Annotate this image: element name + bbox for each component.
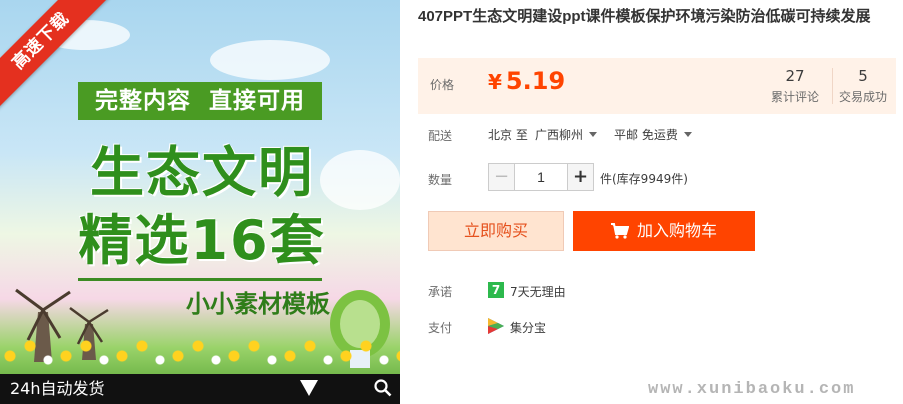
- product-title: 407PPT生态文明建设ppt课件模板保护环境污染防治低碳可持续发展: [418, 8, 871, 25]
- site-watermark: www.xunibaoku.com: [648, 380, 856, 399]
- image-title-line2: 精选16套: [78, 209, 326, 272]
- price-label: 价格: [430, 78, 455, 92]
- quantity-increase-button[interactable]: +: [567, 164, 593, 190]
- product-page: 高速下载 完整内容 直接可用 生态文明 精选16套 小小素材模板 24h自动发货…: [0, 0, 903, 404]
- sales-stat: 5 交易成功: [839, 67, 887, 105]
- quantity-stepper: − +: [488, 163, 594, 191]
- divider-line: [78, 278, 322, 281]
- payment-label: 支付: [428, 321, 453, 335]
- price-value: ¥5.19: [488, 67, 565, 95]
- reviews-count: 27: [785, 67, 805, 85]
- promise-label: 承诺: [428, 285, 453, 299]
- sales-label: 交易成功: [839, 90, 888, 104]
- shipping-destination-select[interactable]: 广西柳州: [535, 126, 598, 143]
- reviews-label: 累计评论: [771, 90, 820, 104]
- destination-text: 广西柳州: [535, 128, 584, 142]
- reviews-stat[interactable]: 27 累计评论: [771, 67, 819, 105]
- method-text: 平邮 免运费: [614, 128, 678, 142]
- buy-now-button[interactable]: 立即购买: [428, 211, 564, 251]
- search-icon[interactable]: [374, 379, 392, 397]
- currency-symbol: ¥: [488, 70, 502, 94]
- stock-text: 件(库存9949件): [600, 172, 688, 186]
- add-to-cart-label: 加入购物车: [636, 221, 717, 240]
- chevron-down-icon: [589, 132, 598, 137]
- price-panel: 价格 ¥5.19 27 累计评论 5 交易成功: [418, 58, 896, 114]
- banner-right-text: 直接可用: [209, 88, 305, 114]
- add-to-cart-button[interactable]: 加入购物车: [573, 211, 755, 251]
- quantity-decrease-button[interactable]: −: [489, 164, 515, 190]
- cloud-shape: [320, 150, 400, 210]
- banner-left-text: 完整内容: [94, 88, 191, 114]
- bottom-bar: 24h自动发货: [0, 374, 400, 404]
- chevron-down-icon[interactable]: [300, 380, 318, 396]
- chevron-down-icon: [683, 132, 692, 137]
- price-amount: 5.19: [505, 67, 566, 95]
- stat-divider: [832, 68, 833, 104]
- promise-text[interactable]: 7天无理由: [510, 283, 566, 300]
- sales-count: 5: [858, 67, 868, 85]
- quantity-input[interactable]: [515, 164, 567, 190]
- cart-icon: [610, 223, 630, 239]
- jifenbao-icon: [488, 318, 504, 334]
- seven-day-return-icon: 7: [488, 282, 504, 298]
- quantity-label: 数量: [428, 173, 453, 187]
- product-image[interactable]: 高速下载 完整内容 直接可用 生态文明 精选16套 小小素材模板 24h自动发货: [0, 0, 400, 404]
- shipping-label: 配送: [428, 129, 453, 143]
- shipping-from: 北京 至: [488, 128, 528, 142]
- shipping-method-select[interactable]: 平邮 免运费: [614, 126, 692, 143]
- feature-banner: 完整内容 直接可用: [78, 82, 322, 120]
- payment-text[interactable]: 集分宝: [510, 319, 546, 336]
- cloud-shape: [210, 40, 330, 80]
- image-subtitle: 小小素材模板: [186, 290, 330, 318]
- flower-field: [0, 336, 400, 374]
